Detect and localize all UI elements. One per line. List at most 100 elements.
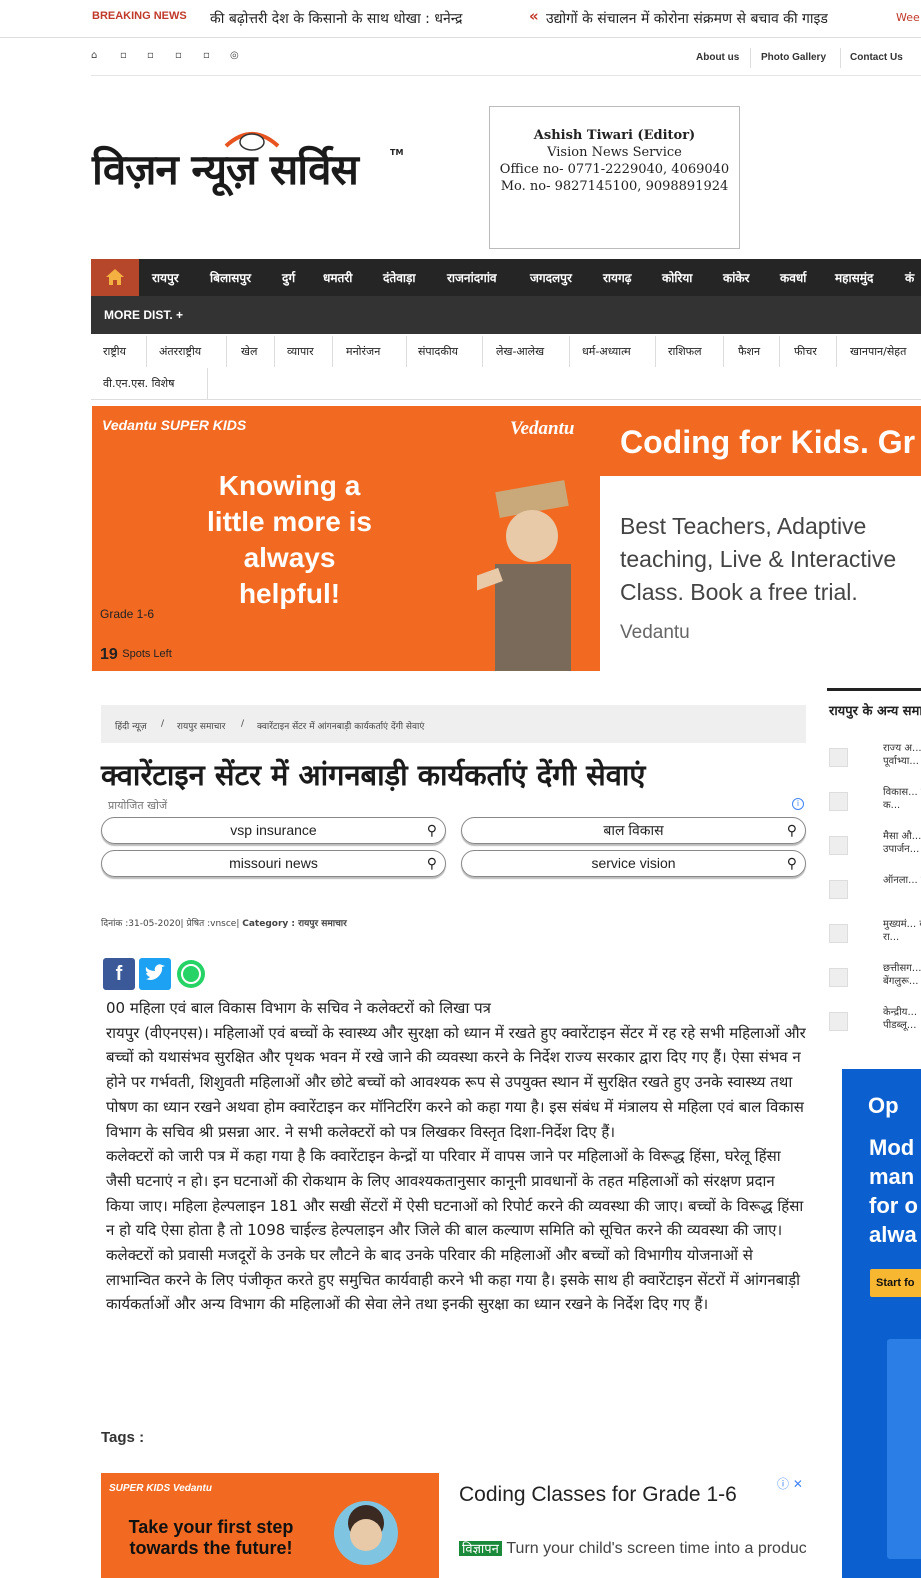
ad-choices-icon[interactable]: ⓘ ✕ (777, 1475, 803, 1492)
ad-headline: Coding Classes for Grade 1-6 (459, 1483, 737, 1506)
ad-cta-button[interactable]: Start fo (870, 1269, 921, 1297)
article-paragraph: रायपुर (वीएनएस)। महिलाओं एवं बच्चों के स… (106, 1023, 806, 1141)
divider (779, 336, 780, 367)
editor-contact-box: Ashish Tiwari (Editor) Vision News Servi… (489, 106, 740, 249)
nav-district[interactable]: जगदलपुर (530, 269, 572, 286)
sidebar-title: रायपुर के अन्य समाचार (827, 688, 921, 728)
nav-section[interactable]: खेल (241, 344, 257, 359)
twitter-icon[interactable]: ▫ (147, 50, 154, 61)
facebook-icon: f (115, 963, 123, 985)
super-kids-logo: Vedantu SUPER KIDS (102, 417, 247, 433)
home-icon (106, 269, 124, 285)
more-districts-button[interactable]: MORE DIST. + (104, 308, 183, 322)
advertisement-banner[interactable]: Vedantu SUPER KIDS Vedantu Coding for Ki… (92, 406, 921, 671)
sidebar-advertisement[interactable]: Op Mod man for o alwa Start fo (842, 1069, 921, 1578)
ticker-item[interactable]: उद्योगों के संचालन में कोरोना संक्रमण से… (546, 9, 828, 28)
ad-headline: Coding for Kids. Gr (620, 424, 916, 460)
instagram-icon[interactable]: ▫ (203, 50, 210, 61)
twitter-share-button[interactable] (139, 958, 171, 990)
nav-district[interactable]: कवर्धा (780, 269, 806, 286)
sponsored-search-button[interactable]: service vision ⚲ (461, 850, 806, 877)
whatsapp-share-button[interactable] (175, 958, 207, 990)
ad-logo: Op (868, 1093, 899, 1118)
breadcrumb-separator: / (161, 719, 165, 729)
nav-section[interactable]: संपादकीय (418, 344, 458, 359)
nav-section[interactable]: लेख-आलेख (496, 344, 544, 359)
nav-section[interactable]: धर्म-अध्यात्म (582, 344, 631, 359)
nav-section[interactable]: राष्ट्रीय (103, 344, 126, 359)
breaking-news-ticker: BREAKING NEWS की बढ़ोत्तरी देश के किसानो… (0, 0, 921, 38)
editor-office: Office no- 0771-2229040, 4069040 (499, 162, 730, 177)
divider (723, 336, 724, 367)
divider (569, 336, 570, 367)
whatsapp-icon[interactable]: ◎ (230, 50, 239, 61)
nav-district[interactable]: बिलासपुर (210, 269, 251, 286)
nav-district[interactable]: रायगढ़ (603, 269, 632, 286)
nav-section[interactable]: वी.एन.एस. विशेष (103, 376, 174, 391)
ad-badge: विज्ञापन (459, 1541, 502, 1556)
site-logo[interactable]: विज़न न्यूज़ सर्विस TM (92, 126, 412, 196)
ticker-item[interactable]: Wee (896, 11, 920, 24)
facebook-share-button[interactable]: f (103, 958, 135, 990)
nav-section[interactable]: अंतरराष्ट्रीय (159, 344, 201, 359)
nav-home-button[interactable] (91, 259, 139, 296)
nav-section[interactable]: फैशन (738, 344, 760, 359)
news-thumbnail (829, 792, 848, 811)
article-author[interactable]: प्रेषित :vnsce (186, 919, 236, 929)
ad-tagline: Take your first step towards the future! (128, 1517, 294, 1558)
spots-number: 19 (100, 646, 118, 663)
whatsapp-icon (177, 960, 205, 988)
vedantu-logo: Vedantu (510, 418, 575, 439)
divider (274, 336, 275, 367)
sidebar-news-item[interactable]: राज्य अ... पूर्वाभ्या... (829, 742, 921, 782)
article-title: क्वारेंटाइन सेंटर में आंगनबाड़ी कार्यकर्… (101, 758, 646, 792)
nav-district[interactable]: कं (905, 269, 914, 286)
article-paragraph: कलेक्टरों को जारी पत्र में कहा गया है कि… (106, 1147, 804, 1240)
contact-us-link[interactable]: Contact Us (850, 52, 903, 63)
nav-district[interactable]: दुर्ग (282, 269, 295, 286)
search-icon: ⚲ (786, 822, 797, 838)
sponsored-search-button[interactable]: vsp insurance ⚲ (101, 817, 446, 844)
nav-section[interactable]: राशिफल (668, 344, 702, 359)
nav-section[interactable]: मनोरंजन (346, 344, 380, 359)
nav-section[interactable]: फीचर (794, 344, 817, 359)
breadcrumb-category[interactable]: रायपुर समाचार (177, 719, 225, 732)
sponsored-search-button[interactable]: missouri news ⚲ (101, 850, 446, 877)
article-category[interactable]: Category : रायपुर समाचार (242, 919, 347, 929)
nav-section[interactable]: व्यापार (287, 344, 314, 359)
divider (226, 336, 227, 367)
sidebar-news-item[interactable]: मैसा औ... उपार्जन... (829, 830, 921, 870)
nav-district[interactable]: महासमुंद (835, 269, 873, 286)
ad-body: Turn your child's screen time into a pro… (506, 1540, 806, 1557)
home-icon[interactable]: ⌂ (91, 50, 97, 61)
breadcrumb-home[interactable]: हिंदी न्यूज़ (115, 719, 147, 732)
photo-gallery-link[interactable]: Photo Gallery (761, 52, 826, 63)
nav-district[interactable]: रायपुर (152, 269, 179, 286)
news-thumbnail (829, 1012, 848, 1031)
nav-section[interactable]: खानपान/सेहत (850, 344, 906, 359)
ad-logo: SUPER KIDS Vedantu (109, 1483, 212, 1494)
sidebar-news-item[interactable]: केन्द्रीय... पीडब्लू... (829, 1006, 921, 1046)
sidebar-news-item[interactable]: विकास... छात्रों क... (829, 786, 921, 826)
search-term: vsp insurance (230, 822, 317, 838)
nav-district[interactable]: धमतरी (323, 269, 352, 286)
ad-brand: Vedantu (620, 622, 690, 643)
advertisement-inline[interactable]: SUPER KIDS Vedantu Take your first step … (101, 1473, 806, 1578)
sponsored-search-button[interactable]: बाल विकास ⚲ (461, 817, 806, 844)
search-term: service vision (591, 855, 676, 871)
youtube-icon[interactable]: ▫ (175, 50, 182, 61)
nav-district[interactable]: राजनांदगांव (447, 269, 497, 286)
facebook-icon[interactable]: ▫ (120, 50, 127, 61)
sidebar-news-item[interactable]: ऑनला... खुश (829, 874, 921, 914)
info-icon[interactable]: i (792, 798, 804, 810)
ticker-item[interactable]: की बढ़ोत्तरी देश के किसानो के साथ धोखा :… (210, 9, 463, 28)
sidebar-news-item[interactable]: छत्तीसग... बेंगलुरू... (829, 962, 921, 1002)
about-us-link[interactable]: About us (696, 52, 739, 63)
news-headline: विकास... छात्रों क... (883, 787, 921, 811)
news-thumbnail (829, 836, 848, 855)
spots-text: Spots Left (122, 648, 172, 661)
nav-district[interactable]: कांकेर (723, 269, 749, 286)
nav-district[interactable]: कोरिया (662, 269, 692, 286)
nav-district[interactable]: दंतेवाड़ा (383, 269, 416, 286)
sidebar-news-item[interactable]: मुख्यमं... बड़ी रा... (829, 918, 921, 958)
